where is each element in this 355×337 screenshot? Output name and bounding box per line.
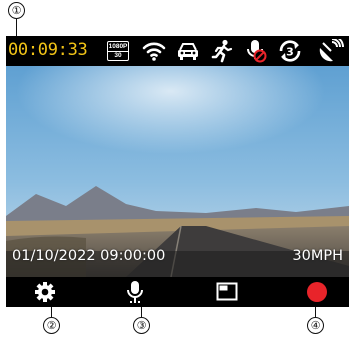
softkey-bar: [6, 277, 349, 307]
callout-3: ③: [133, 317, 150, 334]
gps-satellite-icon: [316, 38, 346, 64]
speed-overlay: 30MPH: [292, 248, 343, 264]
callout-2: ②: [43, 317, 60, 334]
window-icon: [216, 282, 238, 301]
microphone-icon: [127, 281, 143, 303]
loop-minutes-label: 3: [286, 46, 294, 59]
record-button[interactable]: [302, 277, 332, 307]
audio-muted-icon: [243, 38, 269, 64]
callout-2-leader: [51, 307, 52, 317]
gear-icon: [35, 282, 55, 302]
timestamp-overlay: 01/10/2022 09:00:00: [12, 248, 166, 264]
camera-preview: [6, 66, 349, 277]
recording-timer: 00:09:33: [8, 40, 88, 60]
resolution-badge-icon: 1080P 30: [105, 38, 131, 64]
callout-1-leader: [16, 19, 17, 37]
wifi-icon: [141, 38, 167, 64]
parking-mode-car-icon: [174, 38, 202, 64]
record-dot-icon: [307, 282, 327, 302]
road-scene-image: [6, 66, 349, 277]
dashcam-screen: 00:09:33 1080P 30 3 01/10/2022 09:00:00 …: [6, 36, 349, 307]
screen-mode-button[interactable]: [212, 277, 242, 307]
callout-1: ①: [8, 2, 25, 19]
callout-4-leader: [315, 307, 316, 317]
motion-detection-icon: [209, 38, 235, 64]
status-bar: 00:09:33 1080P 30 3: [6, 36, 349, 66]
loop-recording-icon: 3: [276, 38, 304, 64]
callout-3-leader: [141, 307, 142, 317]
settings-button[interactable]: [30, 277, 60, 307]
resolution-label: 1080P: [108, 43, 128, 52]
microphone-button[interactable]: [120, 277, 150, 307]
callout-4: ④: [307, 317, 324, 334]
framerate-label: 30: [114, 52, 122, 59]
